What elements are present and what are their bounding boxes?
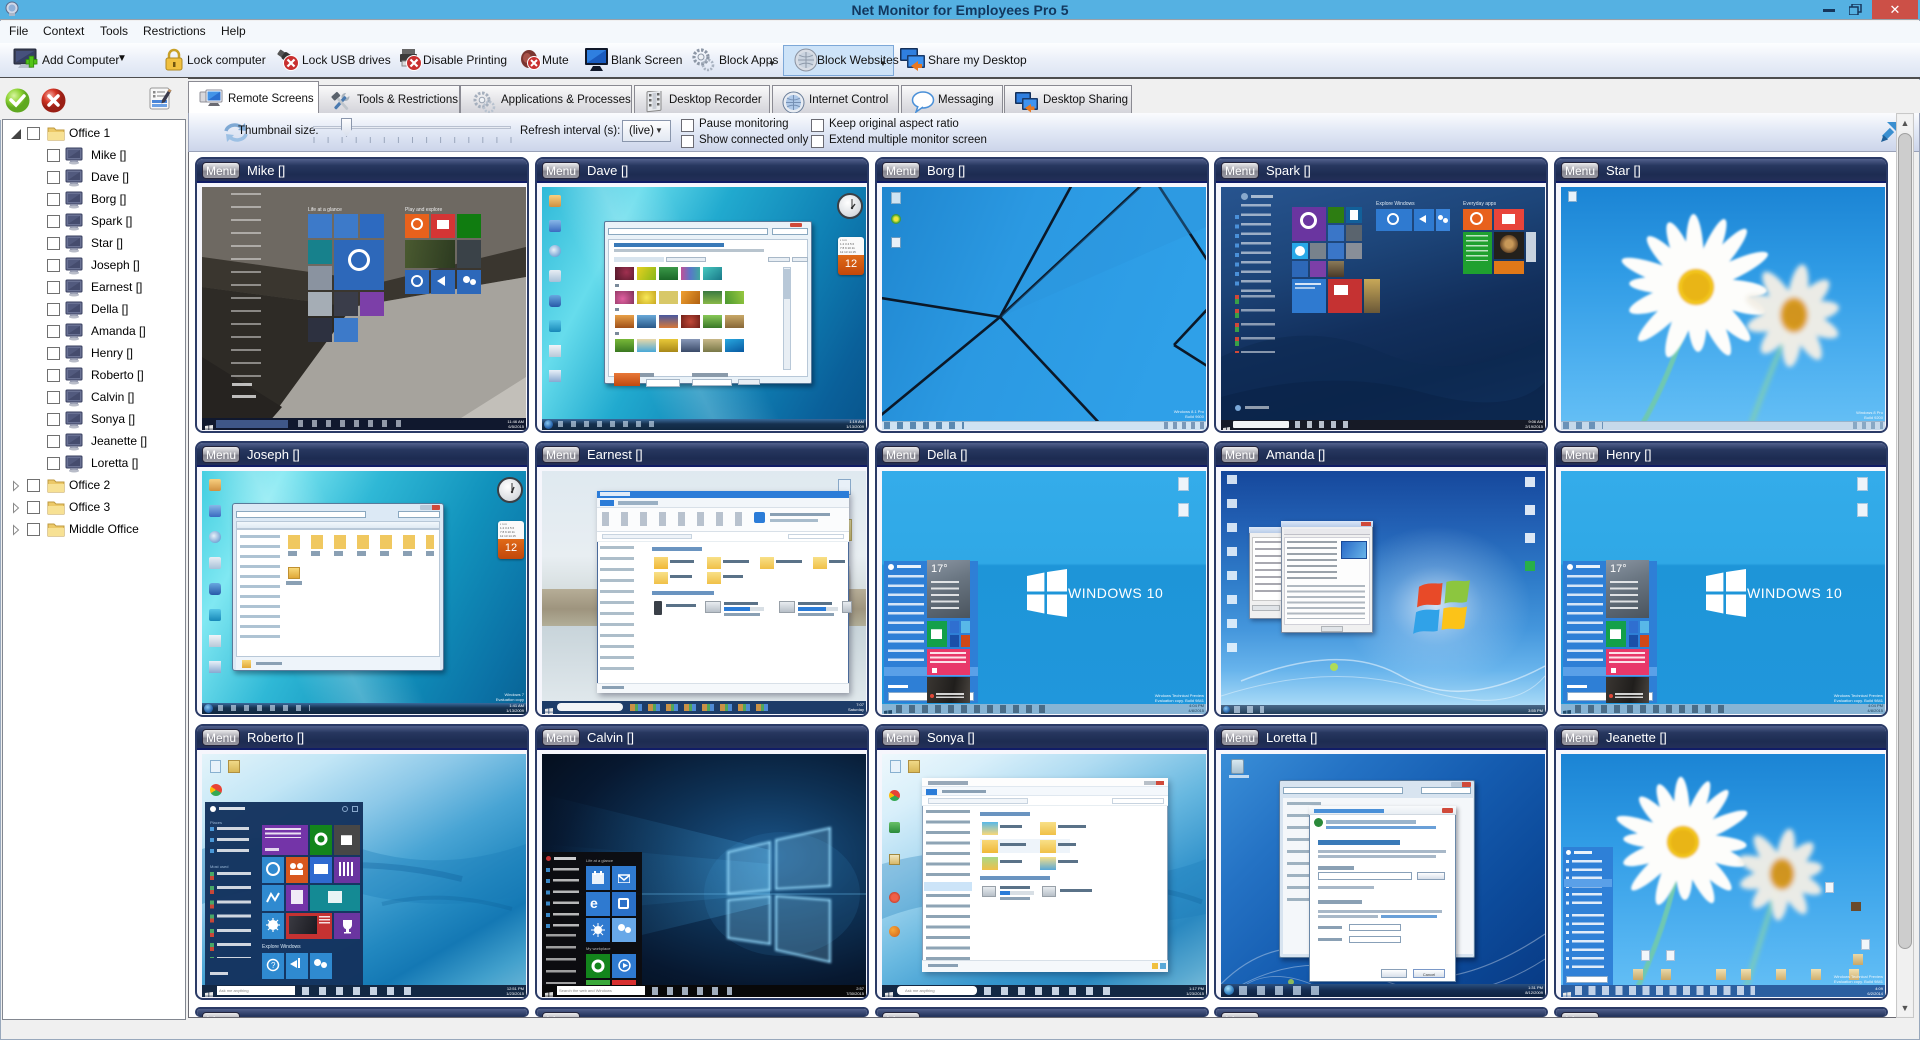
svg-text:?: ? — [271, 961, 276, 970]
